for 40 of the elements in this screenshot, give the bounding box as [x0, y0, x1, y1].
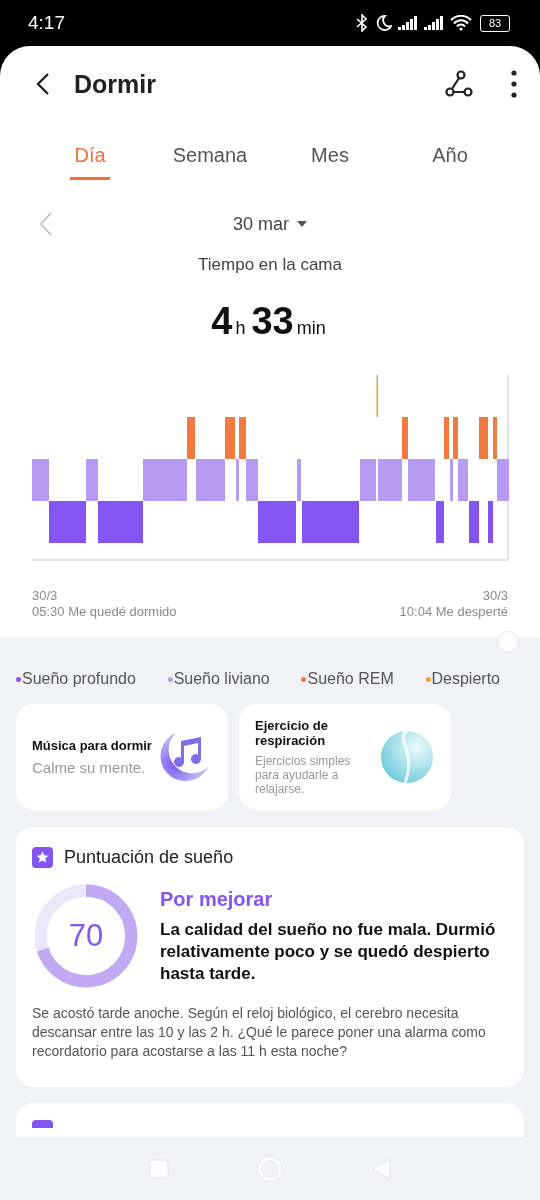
period-tab[interactable]: Año [428, 136, 472, 180]
bluetooth-icon [354, 14, 370, 32]
clock: 4:17 [28, 12, 65, 34]
advice-text: Se acostó tarde anoche. Según el reloj biológico, el cerebro necesita descansar entre las 10 y las 2 h. ¿Qué le parece poner una alarma como recordatorio para acostarse a las 11 h esta noche? [32, 1004, 487, 1061]
score-summary: La calidad del sueño no fue mala. Durmió relativamente poco y se quedó despierto hasta tarde. [160, 919, 497, 985]
legend-label: Sueño liviano [173, 670, 270, 688]
card-title: Ejercicio de respiración [255, 718, 329, 748]
moon-icon [376, 14, 392, 32]
more-menu-button[interactable] [510, 69, 518, 99]
signal-icon [424, 16, 444, 30]
summary-label: Tiempo en la cama [197, 255, 343, 275]
card-subtitle: Ejercicios simples para ayudarle a relajarse. [255, 754, 352, 796]
share-button[interactable] [444, 69, 474, 99]
back-button[interactable] [36, 72, 50, 96]
battery-indicator: 83 [480, 14, 510, 32]
signal-icon [398, 16, 418, 30]
caret-icon [297, 221, 307, 227]
legend-label: Sueño profundo [22, 670, 136, 688]
page-title: Dormir [74, 69, 156, 99]
period-tab[interactable]: Semana [168, 136, 252, 180]
breathing-orb-icon [379, 729, 435, 785]
card-title: Música para dormir [32, 738, 152, 753]
card-subtitle: Calme su mente. [32, 759, 147, 776]
feature-card[interactable]: Música para dormir Calme su mente. [16, 704, 228, 810]
recents-button[interactable] [148, 1157, 171, 1180]
scroll-handle[interactable] [497, 631, 519, 653]
wifi-icon [450, 15, 472, 31]
date-selector[interactable]: 30 mar [227, 212, 313, 236]
feature-card[interactable]: Ejercicio de respiración Ejercicios simples para ayudarle a relajarse. [239, 704, 451, 810]
home-button[interactable] [257, 1155, 283, 1182]
score-value: 70 [67, 917, 105, 955]
score-rating: Por mejorar [160, 888, 274, 911]
star-badge-icon [32, 847, 53, 868]
wake-time-label: 30/3 10:04 Me desperté [399, 588, 508, 620]
section-title: Puntuación de sueño [64, 847, 234, 868]
period-tab[interactable]: Mes [307, 136, 353, 180]
legend-label: Sueño REM [307, 670, 394, 688]
sleep-start-label: 30/3 05:30 Me quedé dormido [32, 588, 177, 620]
time-in-bed-value: 4h 33 min [210, 300, 327, 343]
legend-label: Despierto [431, 670, 500, 688]
